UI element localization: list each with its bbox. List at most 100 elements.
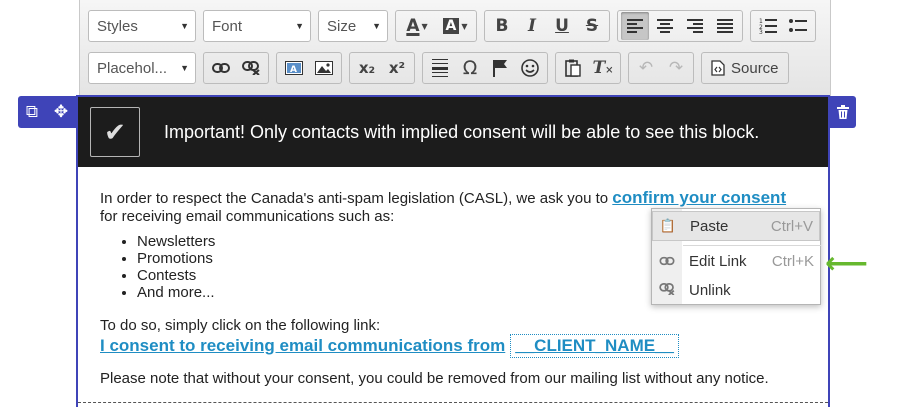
checkmark-icon: ✔	[90, 107, 140, 157]
special-char-button[interactable]: Ω	[456, 54, 484, 82]
italic-button[interactable]: I	[518, 12, 546, 40]
instruction-text: To do so, simply click on the following …	[100, 317, 381, 334]
basic-styles-group: B I U S	[484, 10, 610, 42]
remove-format-icon: T×	[592, 58, 614, 78]
block-bottom-border	[78, 402, 828, 403]
arrow-left-icon: ⟵	[825, 246, 869, 281]
move-icon[interactable]: ✥	[54, 102, 68, 122]
italic-icon: I	[528, 16, 536, 36]
media-group: A	[276, 52, 342, 84]
delete-block-button[interactable]	[830, 96, 856, 128]
unlink-icon	[242, 61, 260, 75]
paste-button[interactable]	[559, 54, 587, 82]
source-label: Source	[731, 59, 779, 77]
subscript-button[interactable]: x₂	[353, 54, 381, 82]
remove-format-button[interactable]: T×	[589, 54, 617, 82]
insert-group: Ω	[422, 52, 548, 84]
background-color-icon: A	[442, 18, 460, 34]
color-group: A ▼ A ▼	[395, 10, 477, 42]
numbered-list-icon: 123	[759, 18, 777, 34]
text-field-button[interactable]: A	[280, 54, 308, 82]
history-group: ↶ ↷	[628, 52, 694, 84]
horizontal-line-button[interactable]	[426, 54, 454, 82]
consent-link[interactable]: I consent to receiving email communicati…	[100, 336, 505, 355]
chevron-down-icon: ▼	[421, 21, 428, 31]
bulleted-list-icon	[789, 19, 807, 32]
intro-text: In order to respect the Canada's anti-sp…	[100, 190, 609, 207]
chevron-down-icon: ▼	[461, 21, 468, 31]
chevron-down-icon: ▼	[180, 63, 189, 73]
alignment-group	[617, 10, 743, 42]
bold-icon: B	[495, 16, 509, 36]
paste-icon	[565, 59, 581, 77]
menu-item-label: Edit Link	[689, 252, 747, 270]
smiley-icon	[521, 59, 539, 77]
size-label: Size	[327, 17, 357, 35]
underline-icon: U	[555, 16, 569, 36]
redo-button[interactable]: ↷	[662, 54, 690, 82]
toolbar-row-2: Placehol... ▼ A x₂ x² Ω T× ↶ ↷ Source	[88, 52, 796, 84]
link-icon	[652, 254, 682, 269]
client-name-placeholder[interactable]: __CLIENT_NAME__	[510, 334, 679, 358]
horizontal-line-icon	[432, 59, 448, 77]
size-dropdown[interactable]: Size ▼	[318, 10, 388, 42]
menu-item-unlink[interactable]: Unlink	[652, 275, 820, 305]
align-right-button[interactable]	[681, 12, 709, 40]
text-color-icon: A	[406, 16, 420, 36]
placeholder-dropdown[interactable]: Placehol... ▼	[88, 52, 196, 84]
copy-icon[interactable]: ⧉	[26, 102, 38, 122]
trash-icon	[837, 105, 849, 119]
svg-text:A: A	[290, 65, 297, 75]
background-color-button[interactable]: A ▼	[437, 12, 473, 40]
menu-item-shortcut: Ctrl+V	[770, 217, 813, 235]
image-button[interactable]	[310, 54, 338, 82]
align-justify-button[interactable]	[711, 12, 739, 40]
menu-item-label: Paste	[690, 217, 729, 235]
undo-button[interactable]: ↶	[632, 54, 660, 82]
bold-button[interactable]: B	[488, 12, 516, 40]
chevron-down-icon: ▼	[295, 21, 304, 31]
text-color-button[interactable]: A ▼	[399, 12, 435, 40]
align-right-icon	[687, 19, 703, 33]
unlink-button[interactable]	[237, 54, 265, 82]
chevron-down-icon: ▼	[372, 21, 381, 31]
menu-item-paste[interactable]: 📋 Paste Ctrl+V	[652, 211, 820, 241]
redo-icon: ↷	[668, 58, 684, 78]
menu-item-edit-link[interactable]: Edit Link Ctrl+K	[652, 244, 820, 278]
strikethrough-button[interactable]: S	[578, 12, 606, 40]
link-group	[203, 52, 269, 84]
align-center-icon	[657, 19, 673, 33]
font-dropdown[interactable]: Font ▼	[203, 10, 311, 42]
strikethrough-icon: S	[585, 16, 599, 36]
paste-icon: 📋	[659, 218, 677, 233]
note-paragraph: Please note that without your consent, y…	[100, 370, 769, 387]
link-icon	[212, 63, 230, 73]
bulleted-list-button[interactable]	[784, 12, 812, 40]
source-icon	[711, 60, 725, 76]
superscript-button[interactable]: x²	[383, 54, 411, 82]
anchor-button[interactable]	[486, 54, 514, 82]
align-left-icon	[627, 19, 643, 33]
editor-toolbar: Styles ▼ Font ▼ Size ▼ A ▼ A ▼ B I U S 1…	[79, 0, 831, 96]
align-center-button[interactable]	[651, 12, 679, 40]
toolbar-row-1: Styles ▼ Font ▼ Size ▼ A ▼ A ▼ B I U S 1…	[88, 10, 823, 42]
font-label: Font	[212, 17, 243, 35]
styles-label: Styles	[97, 17, 138, 35]
styles-dropdown[interactable]: Styles ▼	[88, 10, 196, 42]
numbered-list-button[interactable]: 123	[754, 12, 782, 40]
anchor-flag-icon	[493, 60, 507, 77]
unlink-icon	[652, 282, 682, 298]
script-group: x₂ x²	[349, 52, 415, 84]
context-menu: 📋 Paste Ctrl+V Edit Link Ctrl+K Unlink	[651, 208, 821, 305]
smiley-button[interactable]	[516, 54, 544, 82]
intro-text-2: for receiving email communications such …	[100, 208, 395, 225]
block-tools: ⧉ ✥	[18, 96, 76, 128]
superscript-icon: x²	[388, 59, 406, 77]
align-left-button[interactable]	[621, 12, 649, 40]
confirm-consent-link[interactable]: confirm your consent	[612, 188, 786, 207]
underline-button[interactable]: U	[548, 12, 576, 40]
image-icon	[315, 61, 333, 75]
undo-icon: ↶	[638, 58, 654, 78]
source-button[interactable]: Source	[705, 54, 785, 82]
link-button[interactable]	[207, 54, 235, 82]
